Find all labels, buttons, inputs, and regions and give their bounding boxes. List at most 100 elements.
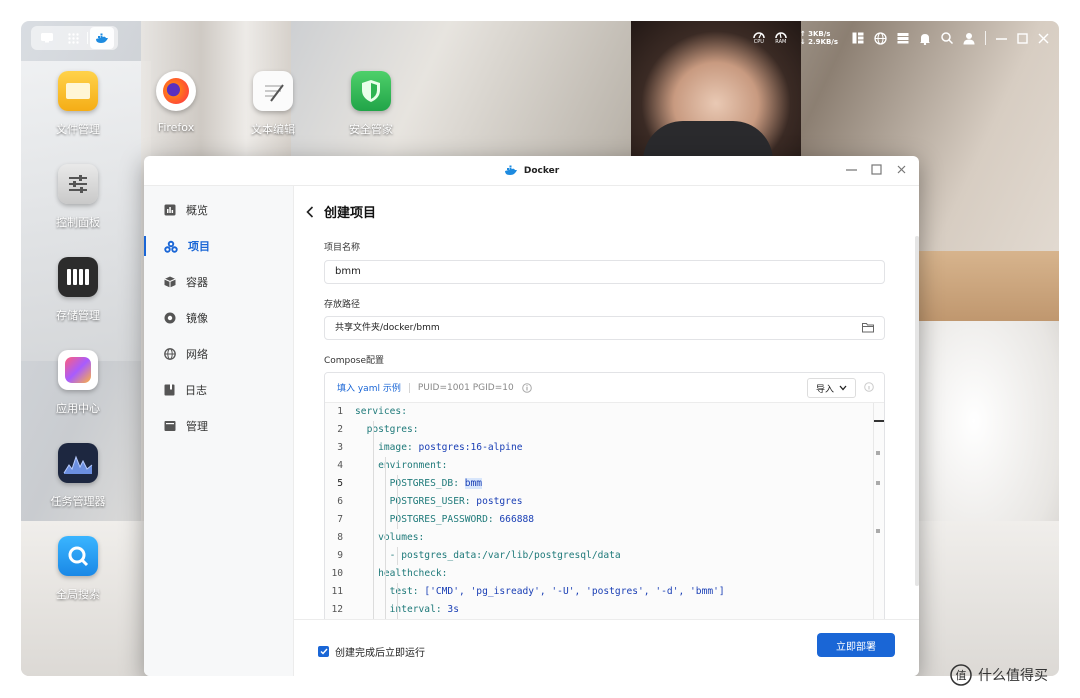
maximize-icon[interactable] (1017, 32, 1028, 44)
import-dropdown[interactable]: 导入 (806, 378, 856, 398)
sidebar-item-projects[interactable]: 项目 (144, 228, 293, 264)
ram-meter[interactable]: RAM (772, 31, 790, 45)
code-value: bmm (459, 475, 483, 493)
search-icon[interactable] (941, 32, 953, 44)
code-line[interactable]: 1 services: (325, 403, 884, 421)
container-icon (164, 276, 176, 288)
sidebar-item-network[interactable]: 网络 (144, 336, 293, 372)
line-number: 7 (337, 514, 343, 525)
top-bar: CPU RAM ↑ 3KB/s ↓ 2.9KB/s (21, 21, 1059, 55)
code-value: 666888 (493, 514, 535, 525)
desktop-icon-label: 文件管理 (56, 123, 100, 136)
bell-icon[interactable] (919, 32, 931, 45)
project-name-label: 项目名称 (324, 243, 361, 253)
desktop-icon-storage[interactable]: 存储管理 (38, 257, 118, 323)
close-icon[interactable] (896, 164, 907, 175)
cpu-meter[interactable]: CPU (750, 31, 768, 45)
code-line[interactable]: 8 volumes: (325, 529, 884, 547)
sidebar-item-label: 日志 (185, 384, 207, 397)
code-line[interactable]: 9 - postgres_data:/var/lib/postgresql/da… (325, 547, 884, 565)
show-desktop-button[interactable] (35, 27, 59, 49)
folder-icon[interactable] (862, 322, 874, 333)
close-icon[interactable] (1038, 33, 1049, 44)
storage-path-input[interactable]: 共享文件夹/docker/bmm (324, 316, 885, 340)
indent-guide (397, 547, 398, 565)
desktop-icon-file-manager[interactable]: 文件管理 (38, 71, 118, 137)
window-controls (846, 164, 907, 175)
desktop-icon-app-center[interactable]: 应用中心 (38, 350, 118, 416)
scroll-marker (876, 481, 880, 485)
code-scrollbar[interactable] (873, 403, 874, 619)
folder-icon (58, 71, 98, 111)
desktop-icon-text-editor[interactable]: 文本编辑 (233, 71, 313, 137)
sidebar-item-overview[interactable]: 概览 (144, 192, 293, 228)
code-line[interactable]: 11 test: ['CMD', 'pg_isready', '-U', 'po… (325, 583, 884, 601)
cpu-label: CPU (753, 39, 764, 45)
line-number: 8 (337, 532, 343, 543)
minimize-icon[interactable] (846, 164, 857, 175)
desktop-icon-control-panel[interactable]: 控制面板 (38, 164, 118, 230)
desktop-icon-label: 文本编辑 (251, 123, 295, 136)
user-icon[interactable] (963, 32, 975, 45)
smzdm-logo-icon: 值 (950, 664, 972, 686)
window-title: Docker (523, 165, 560, 176)
code-line[interactable]: 6 POSTGRES_USER: postgres (325, 493, 884, 511)
code-line[interactable]: 12 interval: 3s (325, 601, 884, 619)
indent-guide (385, 457, 386, 619)
code-area[interactable]: 1 services: 2 postgres: 3 image: postgres:1… (325, 403, 884, 619)
taskbar-left (31, 26, 118, 50)
sidebar-item-images[interactable]: 镜像 (144, 300, 293, 336)
watermark-text: 什么值得买 (978, 668, 1048, 684)
system-tray: CPU RAM ↑ 3KB/s ↓ 2.9KB/s (750, 27, 1049, 49)
info-icon[interactable] (864, 382, 874, 392)
scroll-marker (876, 529, 880, 533)
back-arrow-icon[interactable] (306, 205, 314, 218)
code-line[interactable]: 4 environment: (325, 457, 884, 475)
fill-yaml-example-link[interactable]: 填入 yaml 示例 (337, 381, 401, 394)
page-title: 创建项目 (324, 206, 377, 221)
code-value: 3s (441, 604, 459, 615)
desktop-icon-label: 全局搜索 (56, 588, 100, 601)
line-number: 4 (337, 460, 343, 471)
code-key: - postgres_data:/var/lib/postgresql/data (389, 550, 621, 561)
taskbar-docker-button[interactable] (90, 27, 114, 49)
desktop-icon-security[interactable]: 安全管家 (331, 71, 411, 137)
desktop-icon-task-manager[interactable]: 任务管理器 (38, 443, 118, 509)
info-icon[interactable] (521, 382, 532, 393)
sidebar-item-manage[interactable]: 管理 (144, 408, 293, 444)
checkbox-checked[interactable] (318, 646, 329, 657)
autorun-checkbox[interactable]: 创建完成后立即运行 (318, 644, 425, 659)
project-name-input[interactable]: bmm (324, 260, 885, 284)
code-line[interactable]: 10 healthcheck: (325, 565, 884, 583)
globe-icon[interactable] (874, 31, 887, 45)
minimize-icon[interactable] (996, 33, 1007, 44)
code-line[interactable]: 7 POSTGRES_PASSWORD: 666888 (325, 511, 884, 529)
network-speed[interactable]: ↑ 3KB/s ↓ 2.9KB/s (800, 30, 838, 46)
code-line[interactable]: 3 image: postgres:16-alpine (325, 439, 884, 457)
code-line[interactable]: 2 postgres: (325, 421, 884, 439)
search-icon (58, 536, 98, 576)
page-scrollbar[interactable] (915, 236, 919, 586)
desktop-icon-label: Firefox (157, 121, 195, 134)
indent-guide (373, 421, 374, 619)
code-line[interactable]: 5 POSTGRES_DB: bmm (325, 475, 884, 493)
storage-icon (58, 257, 98, 297)
deploy-now-button[interactable]: 立即部署 (817, 633, 895, 657)
maximize-icon[interactable] (871, 164, 882, 175)
desktop-icon-firefox[interactable]: Firefox (136, 71, 216, 134)
sidebar-item-logs[interactable]: 日志 (144, 372, 293, 408)
widget-icon[interactable] (852, 32, 864, 44)
desktop-icon-global-search[interactable]: 全局搜索 (38, 536, 118, 602)
sidebar-item-containers[interactable]: 容器 (144, 264, 293, 300)
code-key: POSTGRES_PASSWORD: (389, 514, 494, 525)
gauge-icon (753, 32, 765, 39)
line-number: 6 (337, 496, 343, 507)
storage-path-label: 存放路径 (324, 300, 361, 310)
app-grid-button[interactable] (61, 27, 85, 49)
line-number: 12 (331, 604, 343, 615)
line-number: 5 (337, 478, 343, 489)
svg-text:值: 值 (956, 669, 967, 682)
code-key: POSTGRES_USER: (389, 496, 471, 507)
server-icon[interactable] (897, 32, 909, 44)
